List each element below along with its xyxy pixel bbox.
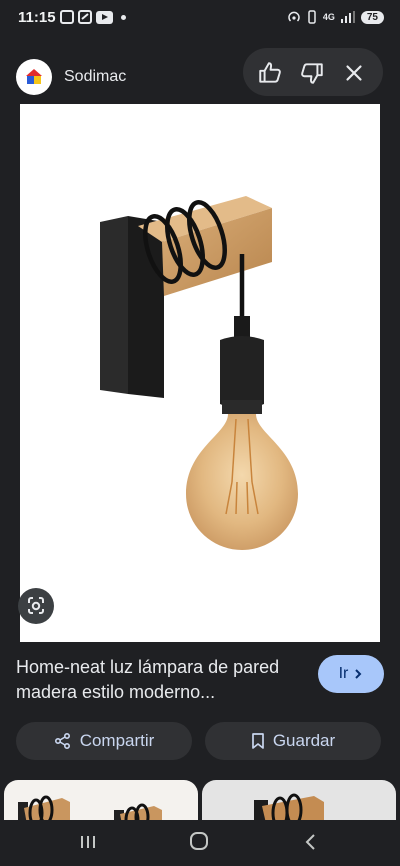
transfer-icon xyxy=(78,10,92,24)
wall-lamp-picture xyxy=(100,196,298,550)
status-bar: 11:15 4G 75 xyxy=(0,0,400,36)
result-header: Sodimac xyxy=(0,44,400,108)
battery-indicator: 75 xyxy=(360,10,384,24)
system-nav-bar xyxy=(0,820,400,866)
site-name[interactable]: Sodimac xyxy=(64,68,126,86)
back-icon[interactable] xyxy=(302,832,320,852)
save-button[interactable]: Guardar xyxy=(205,722,381,760)
share-label: Compartir xyxy=(79,731,155,750)
network-type: 4G xyxy=(322,12,335,22)
visit-button[interactable]: Ir xyxy=(318,655,384,693)
clock: 11:15 xyxy=(18,9,56,26)
product-image[interactable] xyxy=(20,104,380,642)
google-lens-button[interactable] xyxy=(18,588,54,624)
system-icons: 4G 75 xyxy=(287,10,384,24)
notification-icons xyxy=(60,10,126,24)
thumbs-down-icon[interactable] xyxy=(299,60,325,86)
recents-icon[interactable] xyxy=(78,832,98,852)
share-icon xyxy=(54,732,70,750)
save-label: Guardar xyxy=(272,731,336,750)
visit-label: Ir xyxy=(338,665,349,682)
vibrate-icon xyxy=(308,10,316,24)
sodimac-house-icon xyxy=(26,69,42,84)
chevron-right-icon xyxy=(355,669,362,679)
thumbs-up-icon[interactable] xyxy=(257,60,283,86)
more-notifications-dot xyxy=(121,14,126,20)
screenshot-icon xyxy=(60,10,74,24)
hotspot-icon xyxy=(288,11,300,22)
signal-icon xyxy=(340,11,355,23)
bookmark-icon xyxy=(251,733,264,749)
youtube-icon xyxy=(96,10,113,24)
share-button[interactable]: Compartir xyxy=(16,722,192,760)
feedback-actions xyxy=(243,48,383,96)
result-title[interactable]: Home-neat luz lámpara de pared madera es… xyxy=(16,655,306,705)
close-icon[interactable] xyxy=(341,60,367,86)
lens-icon xyxy=(28,597,44,614)
home-icon[interactable] xyxy=(187,832,211,852)
sodimac-logo[interactable] xyxy=(16,59,52,95)
